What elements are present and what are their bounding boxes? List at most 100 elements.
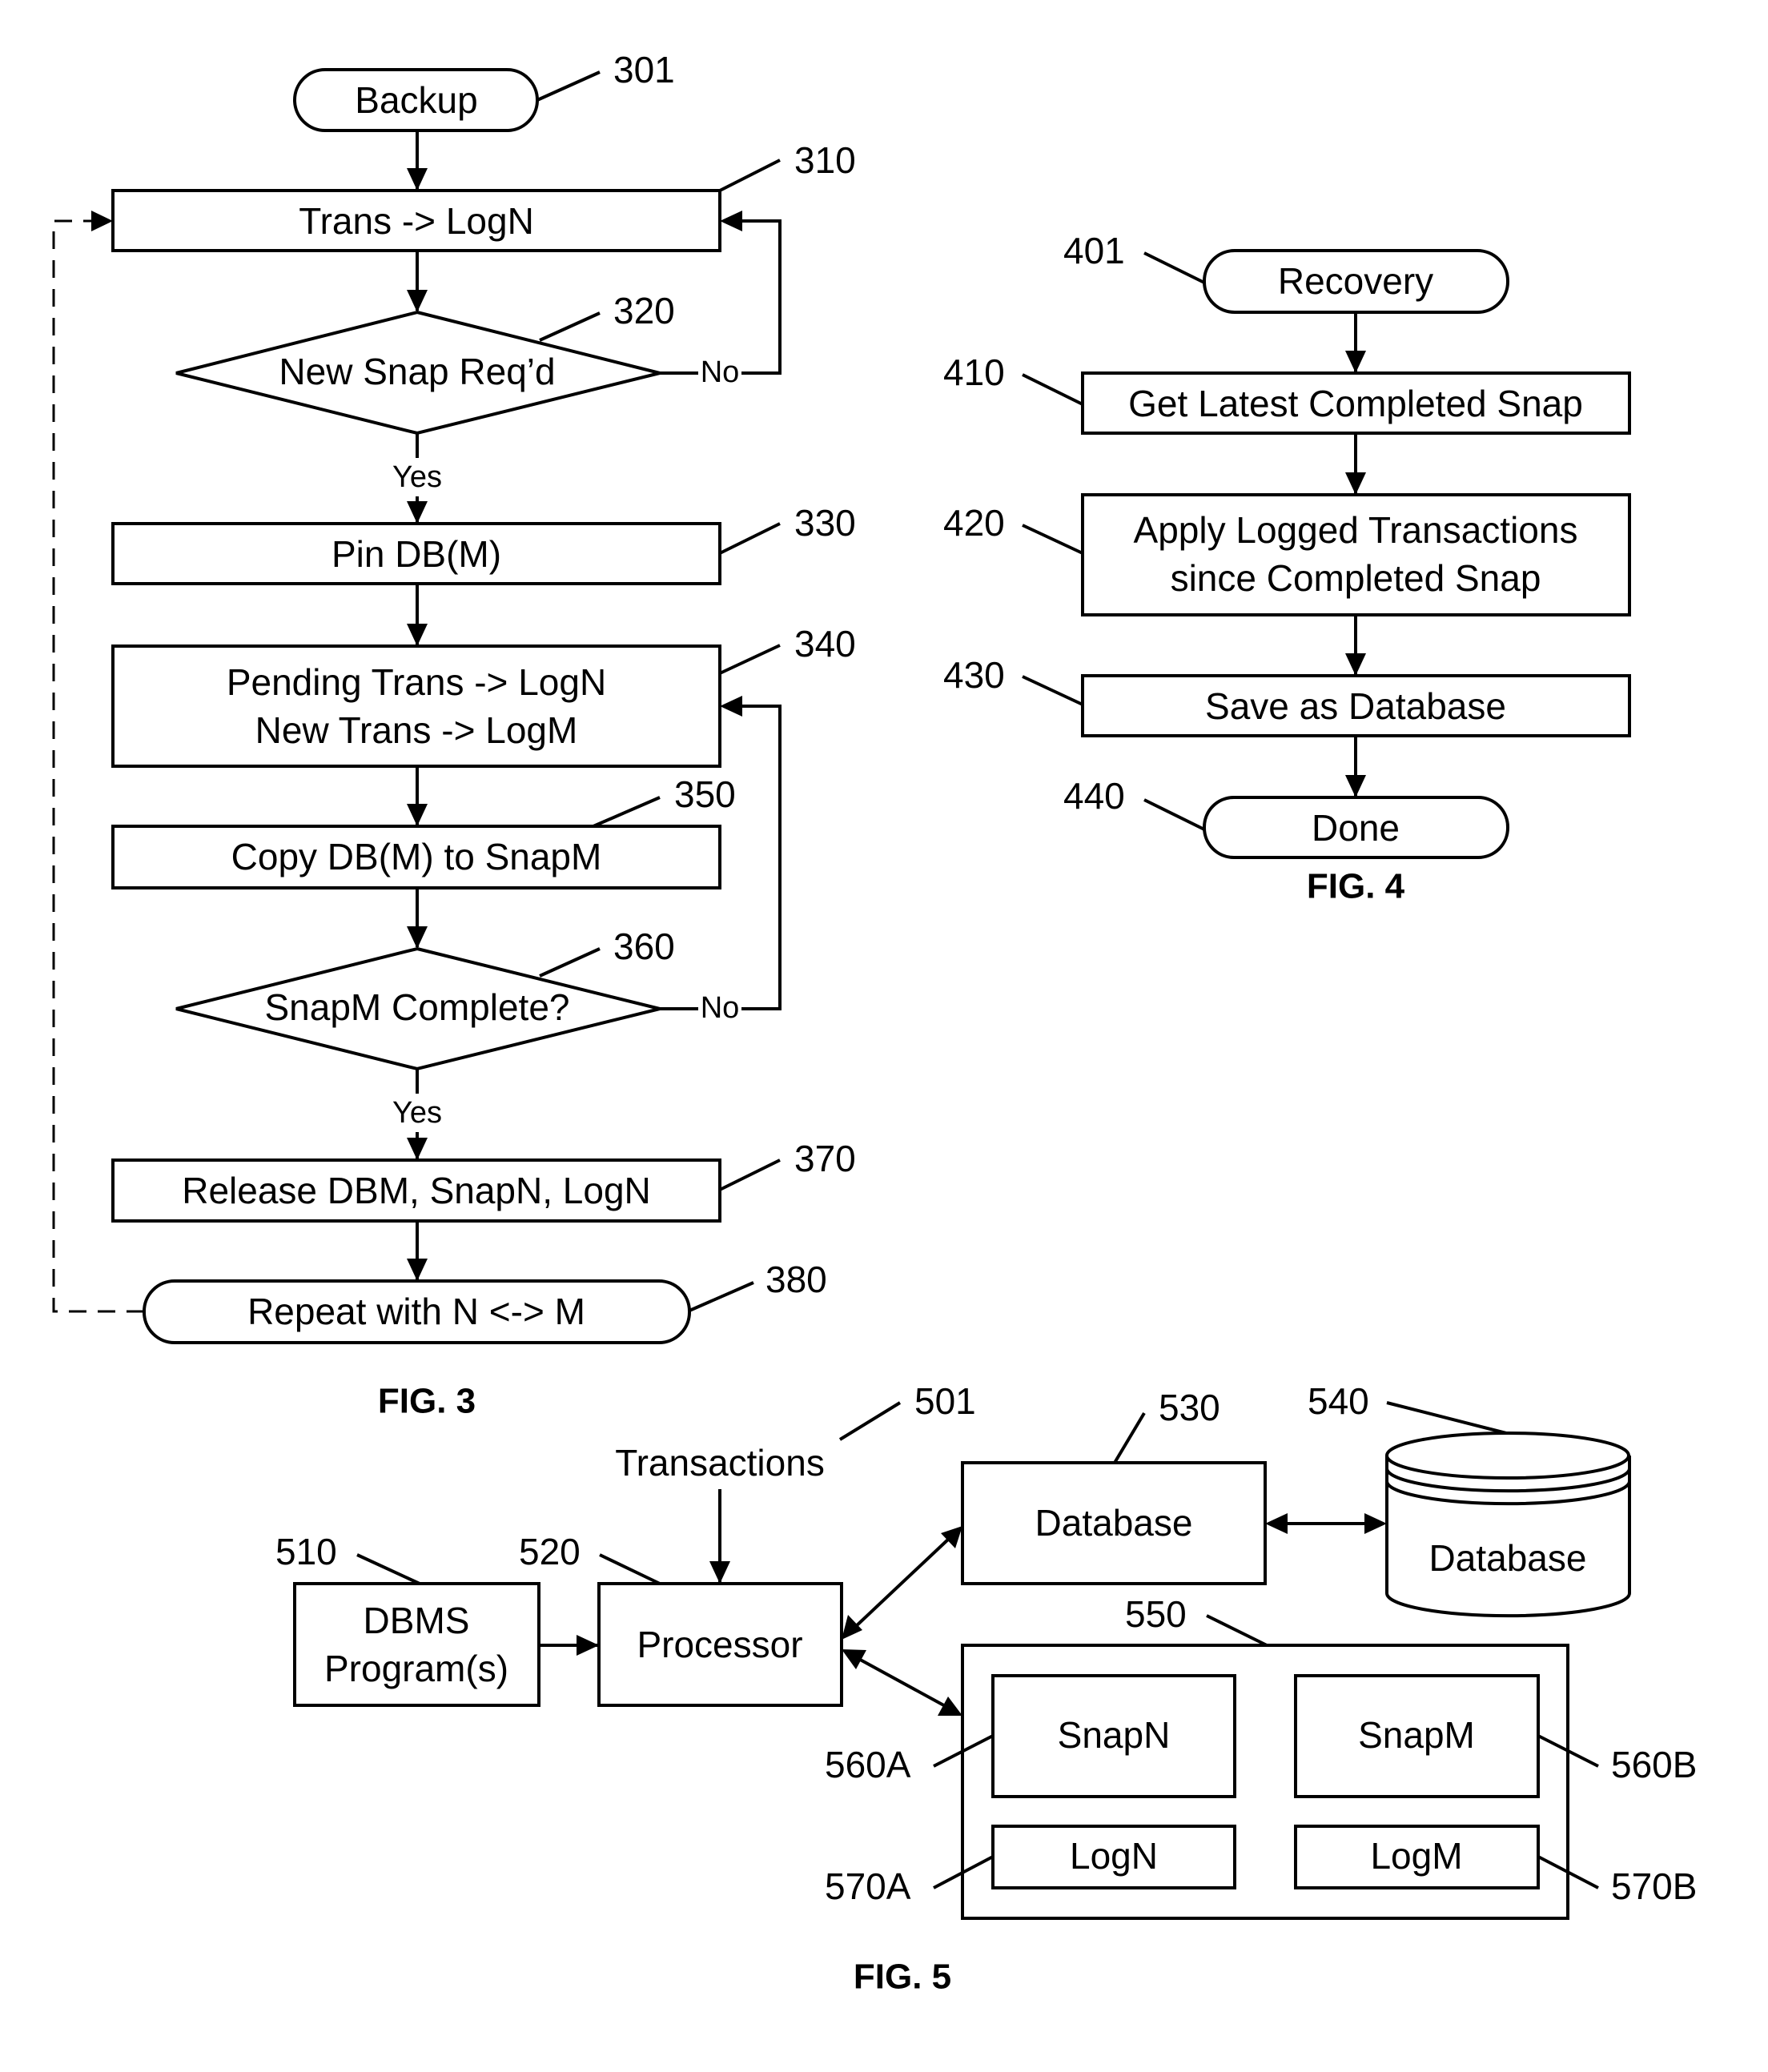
database-label: Database bbox=[1035, 1502, 1193, 1544]
arrowhead-icon bbox=[407, 926, 428, 949]
ref-leader-540 bbox=[1386, 1401, 1507, 1435]
ref-530: 530 bbox=[1159, 1387, 1220, 1428]
ref-leader-430 bbox=[1022, 675, 1083, 706]
arrowhead-icon bbox=[407, 290, 428, 312]
ref-leader-360 bbox=[539, 947, 601, 978]
ref-380: 380 bbox=[765, 1259, 827, 1300]
ref-leader-370 bbox=[719, 1158, 781, 1191]
arrowhead-icon bbox=[407, 168, 428, 191]
decision-320-yes: Yes bbox=[392, 460, 442, 494]
arrowhead-icon bbox=[938, 1697, 962, 1716]
ref-leader-530 bbox=[1113, 1411, 1146, 1464]
arrowhead-icon bbox=[1265, 1513, 1288, 1534]
arrowhead-icon bbox=[720, 211, 742, 231]
arrowhead-icon bbox=[709, 1561, 730, 1584]
database-cylinder-icon bbox=[1385, 1432, 1631, 1618]
ref-leader-380 bbox=[689, 1281, 754, 1312]
arrowhead-icon bbox=[577, 1635, 599, 1656]
ref-leader-310 bbox=[719, 159, 781, 192]
ref-540: 540 bbox=[1308, 1380, 1369, 1422]
fig4: Recovery 401 Get Latest Completed Snap 4… bbox=[943, 230, 1631, 906]
arrowhead-icon bbox=[407, 501, 428, 524]
step-350-label: Copy DB(M) to SnapM bbox=[231, 836, 602, 877]
ref-420: 420 bbox=[943, 502, 1005, 544]
ref-leader-301 bbox=[536, 70, 601, 102]
ref-leader-501 bbox=[838, 1401, 902, 1441]
arrowhead-icon bbox=[1345, 472, 1366, 495]
ref-320: 320 bbox=[613, 290, 675, 331]
ref-leader-401 bbox=[1143, 251, 1205, 284]
step-370-label: Release DBM, SnapN, LogN bbox=[182, 1170, 651, 1211]
arrowhead-icon bbox=[1345, 775, 1366, 797]
loop-360-to-340 bbox=[723, 705, 782, 1010]
start-backup-label: Backup bbox=[355, 79, 477, 121]
storage-label: Database bbox=[1429, 1537, 1587, 1579]
transactions-label: Transactions bbox=[615, 1442, 825, 1484]
start-recovery-label: Recovery bbox=[1278, 260, 1433, 302]
step-310-label: Trans -> LogN bbox=[299, 200, 534, 242]
fig5: Transactions 501 DBMS Program(s) 510 Pro… bbox=[275, 1380, 1697, 1997]
arrowhead-icon bbox=[407, 1138, 428, 1160]
ref-leader-550 bbox=[1206, 1614, 1268, 1647]
arrowhead-icon bbox=[1364, 1513, 1387, 1534]
ref-leader-520 bbox=[599, 1553, 661, 1585]
loop-320-to-310 bbox=[723, 219, 782, 375]
arrowhead-icon bbox=[720, 696, 742, 717]
ref-leader-330 bbox=[719, 522, 781, 555]
ref-301: 301 bbox=[613, 49, 675, 90]
arrowhead-icon bbox=[407, 804, 428, 826]
arrowhead-icon bbox=[407, 624, 428, 646]
ref-570A: 570A bbox=[825, 1865, 911, 1907]
ref-510: 510 bbox=[275, 1531, 337, 1572]
decision-320-label: New Snap Req’d bbox=[279, 351, 555, 392]
ref-560B: 560B bbox=[1611, 1744, 1697, 1785]
dbms-line1: DBMS bbox=[364, 1600, 470, 1641]
ref-360: 360 bbox=[613, 926, 675, 967]
arrowhead-icon bbox=[91, 211, 113, 231]
step-410-label: Get Latest Completed Snap bbox=[1128, 383, 1583, 424]
decision-360-no: No bbox=[701, 991, 740, 1025]
decision-360-yes: Yes bbox=[392, 1096, 442, 1130]
step-430-label: Save as Database bbox=[1205, 685, 1506, 727]
fig3-caption: FIG. 3 bbox=[378, 1382, 476, 1421]
ref-370: 370 bbox=[794, 1138, 856, 1179]
ref-501: 501 bbox=[914, 1380, 976, 1422]
dbms-line2: Program(s) bbox=[324, 1648, 508, 1689]
ref-350: 350 bbox=[674, 773, 736, 815]
arrow-processor-database bbox=[852, 1536, 951, 1630]
snapM-label: SnapM bbox=[1358, 1714, 1475, 1756]
fig5-caption: FIG. 5 bbox=[854, 1958, 951, 1997]
arrow-processor-storage-container bbox=[854, 1655, 950, 1710]
processor-label: Processor bbox=[637, 1624, 802, 1665]
ref-520: 520 bbox=[519, 1531, 581, 1572]
end-done-label: Done bbox=[1312, 807, 1400, 849]
logN-label: LogN bbox=[1070, 1835, 1158, 1877]
decision-360-label: SnapM Complete? bbox=[265, 986, 570, 1028]
logM-label: LogM bbox=[1370, 1835, 1462, 1877]
ref-410: 410 bbox=[943, 351, 1005, 393]
step-420-line2: since Completed Snap bbox=[1171, 557, 1541, 599]
patent-figures: Backup 301 Trans -> LogN 310 New Snap Re… bbox=[52, 49, 1697, 1997]
end-repeat-label: Repeat with N <-> M bbox=[247, 1291, 585, 1332]
ref-550: 550 bbox=[1125, 1593, 1187, 1635]
ref-leader-420 bbox=[1022, 524, 1083, 555]
ref-560A: 560A bbox=[825, 1744, 911, 1785]
arrowhead-icon bbox=[1345, 351, 1366, 373]
ref-401: 401 bbox=[1063, 230, 1125, 271]
ref-310: 310 bbox=[794, 139, 856, 181]
arrowhead-icon bbox=[407, 1259, 428, 1281]
arrowhead-icon bbox=[1345, 653, 1366, 676]
step-340-line1: Pending Trans -> LogN bbox=[227, 661, 606, 703]
step-330-label: Pin DB(M) bbox=[332, 533, 501, 575]
ref-570B: 570B bbox=[1611, 1865, 1697, 1907]
ref-leader-350 bbox=[593, 796, 661, 828]
decision-320-no: No bbox=[701, 355, 740, 389]
ref-leader-440 bbox=[1143, 798, 1205, 831]
ref-leader-340 bbox=[719, 644, 781, 675]
fig4-caption: FIG. 4 bbox=[1307, 867, 1405, 906]
ref-leader-410 bbox=[1022, 373, 1083, 406]
step-340-line2: New Trans -> LogM bbox=[255, 709, 578, 751]
ref-430: 430 bbox=[943, 654, 1005, 696]
snapN-label: SnapN bbox=[1058, 1714, 1171, 1756]
ref-leader-510 bbox=[356, 1553, 420, 1585]
